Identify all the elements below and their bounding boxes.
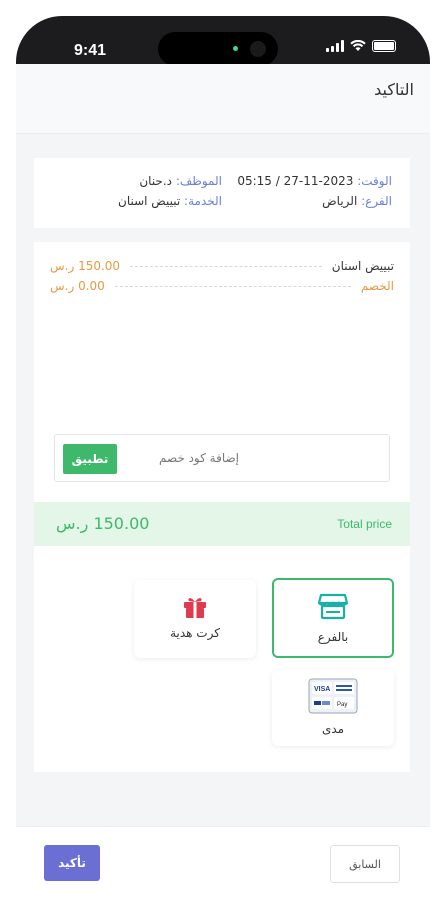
payment-option-label: بالفرع xyxy=(317,630,349,644)
time-label: الوقت: xyxy=(357,174,392,188)
branch-label: الفرع: xyxy=(361,194,392,208)
payment-option-gift-card[interactable]: كرت هدية xyxy=(134,580,256,658)
svg-text:Pay: Pay xyxy=(337,702,347,708)
line-item-service: تبييض اسنان 150.00 ر.س xyxy=(50,258,394,274)
phone-frame: 9:41 التاكيد الوقت: 2023-11-27 / 05:15 ا… xyxy=(16,16,430,922)
apply-coupon-button[interactable]: تطبيق xyxy=(63,444,117,474)
battery-icon xyxy=(372,40,396,52)
cards-icon: VISA Pay xyxy=(308,678,358,714)
branch-value: الرياض xyxy=(322,194,358,208)
status-time: 9:41 xyxy=(74,42,107,59)
coupon-field[interactable]: إضافة كود خصم تطبيق xyxy=(54,434,390,482)
total-price-label: Total price xyxy=(337,517,392,531)
payment-option-mada[interactable]: VISA Pay مدى xyxy=(272,670,394,746)
dynamic-island xyxy=(158,32,278,66)
screen: التاكيد الوقت: 2023-11-27 / 05:15 الفرع:… xyxy=(16,64,430,922)
discount-value: 0.00 ر.س xyxy=(50,279,105,293)
employee-label: الموظف: xyxy=(175,174,222,188)
svg-text:VISA: VISA xyxy=(314,686,330,693)
page-header: التاكيد xyxy=(16,64,430,134)
footer-actions: تأكيد السابق xyxy=(16,826,430,922)
service-value: تبييض اسنان xyxy=(118,194,181,208)
employee-row: الموظف: د.حنان xyxy=(139,174,222,188)
confirm-button[interactable]: تأكيد xyxy=(44,845,100,881)
payment-option-label: كرت هدية xyxy=(170,626,220,640)
payment-methods: بالفرع كرت هدية VISA Pay مدى xyxy=(34,562,410,772)
gift-icon xyxy=(184,598,206,618)
payment-option-label: مدى xyxy=(321,722,345,736)
time-value: 2023-11-27 / 05:15 xyxy=(237,174,354,188)
appointment-info-card: الوقت: 2023-11-27 / 05:15 الفرع: الرياض … xyxy=(34,158,410,228)
dotted-leader xyxy=(114,285,351,287)
employee-value: د.حنان xyxy=(139,174,173,188)
line-item-value: 150.00 ر.س xyxy=(50,259,121,273)
mic-indicator-icon xyxy=(233,46,238,51)
coupon-placeholder[interactable]: إضافة كود خصم xyxy=(159,451,239,465)
store-icon xyxy=(318,593,348,620)
payment-option-branch[interactable]: بالفرع xyxy=(272,578,394,658)
camera-icon xyxy=(250,41,266,57)
order-summary-card: تبييض اسنان 150.00 ر.س الخصم 0.00 ر.س إض… xyxy=(34,242,410,772)
status-bar: 9:41 xyxy=(16,16,430,66)
page-title: التاكيد xyxy=(374,80,414,99)
time-row: الوقت: 2023-11-27 / 05:15 xyxy=(237,174,392,188)
previous-button[interactable]: السابق xyxy=(330,845,400,883)
discount-label: الخصم xyxy=(360,279,394,293)
branch-row: الفرع: الرياض xyxy=(322,194,392,208)
system-icons xyxy=(326,40,396,52)
line-item-label: تبييض اسنان xyxy=(331,259,394,273)
line-item-discount: الخصم 0.00 ر.س xyxy=(50,278,394,294)
signal-icon xyxy=(326,40,344,52)
total-price-value: 150.00 ر.س xyxy=(56,514,150,533)
total-price-bar: 150.00 ر.س Total price xyxy=(34,502,410,546)
service-row: الخدمة: تبييض اسنان xyxy=(118,194,222,208)
service-label: الخدمة: xyxy=(184,194,222,208)
wifi-icon xyxy=(350,40,366,51)
dotted-leader xyxy=(130,265,322,267)
